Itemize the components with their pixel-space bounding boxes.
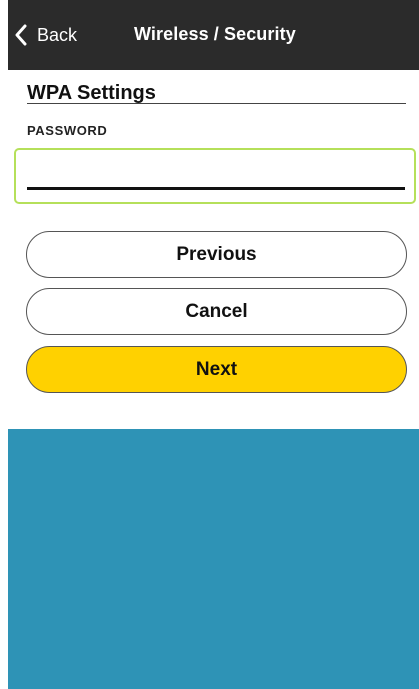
back-label: Back [37, 24, 78, 45]
section-divider [27, 103, 406, 104]
main-content: WPA Settings PASSWORD Previous Cancel Ne… [8, 70, 419, 429]
password-input[interactable] [27, 158, 405, 190]
navigation-bar: Back Wireless / Security [8, 0, 419, 70]
password-field-container[interactable] [14, 148, 416, 204]
next-button[interactable]: Next [26, 346, 407, 393]
password-label: PASSWORD [27, 123, 108, 138]
previous-button[interactable]: Previous [26, 231, 407, 278]
page-title: Wireless / Security [134, 24, 296, 44]
back-button[interactable]: Back [14, 21, 77, 49]
section-title: WPA Settings [27, 82, 156, 104]
cancel-button[interactable]: Cancel [26, 288, 407, 335]
footer-panel [8, 429, 419, 689]
chevron-left-icon [15, 24, 27, 46]
